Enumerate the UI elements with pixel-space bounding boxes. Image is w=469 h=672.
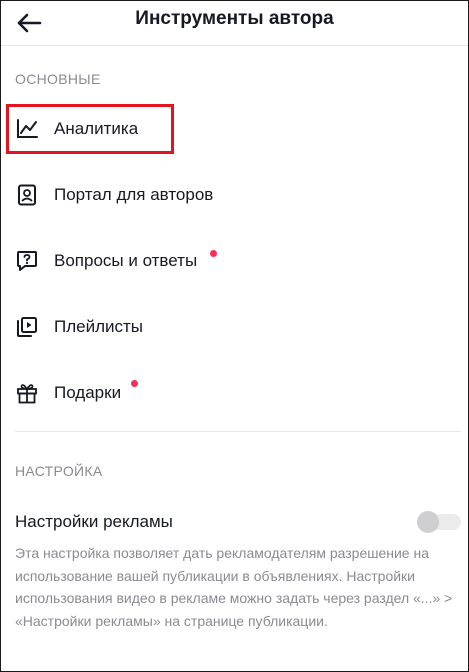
- menu-item-label: Плейлисты: [54, 317, 144, 336]
- app-frame: Инструменты автора ОСНОВНЫЕ Аналитика По…: [0, 0, 469, 672]
- menu-item-label: Подарки: [54, 383, 122, 402]
- gift-icon: [15, 381, 39, 405]
- top-bar: Инструменты автора: [1, 1, 468, 46]
- playlist-icon: [15, 315, 39, 339]
- new-badge-dot: [210, 250, 217, 257]
- menu-item-gifts[interactable]: Подарки: [7, 369, 447, 417]
- menu-item-questions[interactable]: Вопросы и ответы: [7, 237, 447, 285]
- section-title-main: ОСНОВНЫЕ: [15, 71, 101, 87]
- ads-settings-description: Эта настройка позволяет дать рекламодате…: [15, 545, 453, 629]
- menu-item-creator-portal[interactable]: Портал для авторов: [7, 171, 447, 219]
- menu-item-label: Портал для авторов: [54, 185, 214, 204]
- highlight-box: [6, 104, 174, 154]
- section-divider: [15, 431, 461, 432]
- menu-item-label: Вопросы и ответы: [54, 251, 198, 270]
- page-title: Инструменты автора: [135, 8, 334, 29]
- question-bubble-icon: [15, 249, 39, 273]
- menu-item-playlists[interactable]: Плейлисты: [7, 303, 447, 351]
- ads-toggle[interactable]: [417, 510, 461, 533]
- ads-settings-label: Настройки рекламы: [15, 512, 173, 531]
- creator-portal-icon: [15, 183, 39, 207]
- new-badge-dot: [131, 380, 138, 387]
- toggle-knob: [417, 511, 439, 533]
- ads-settings-row: Настройки рекламы: [15, 506, 461, 538]
- section-title-settings: НАСТРОЙКА: [15, 463, 103, 479]
